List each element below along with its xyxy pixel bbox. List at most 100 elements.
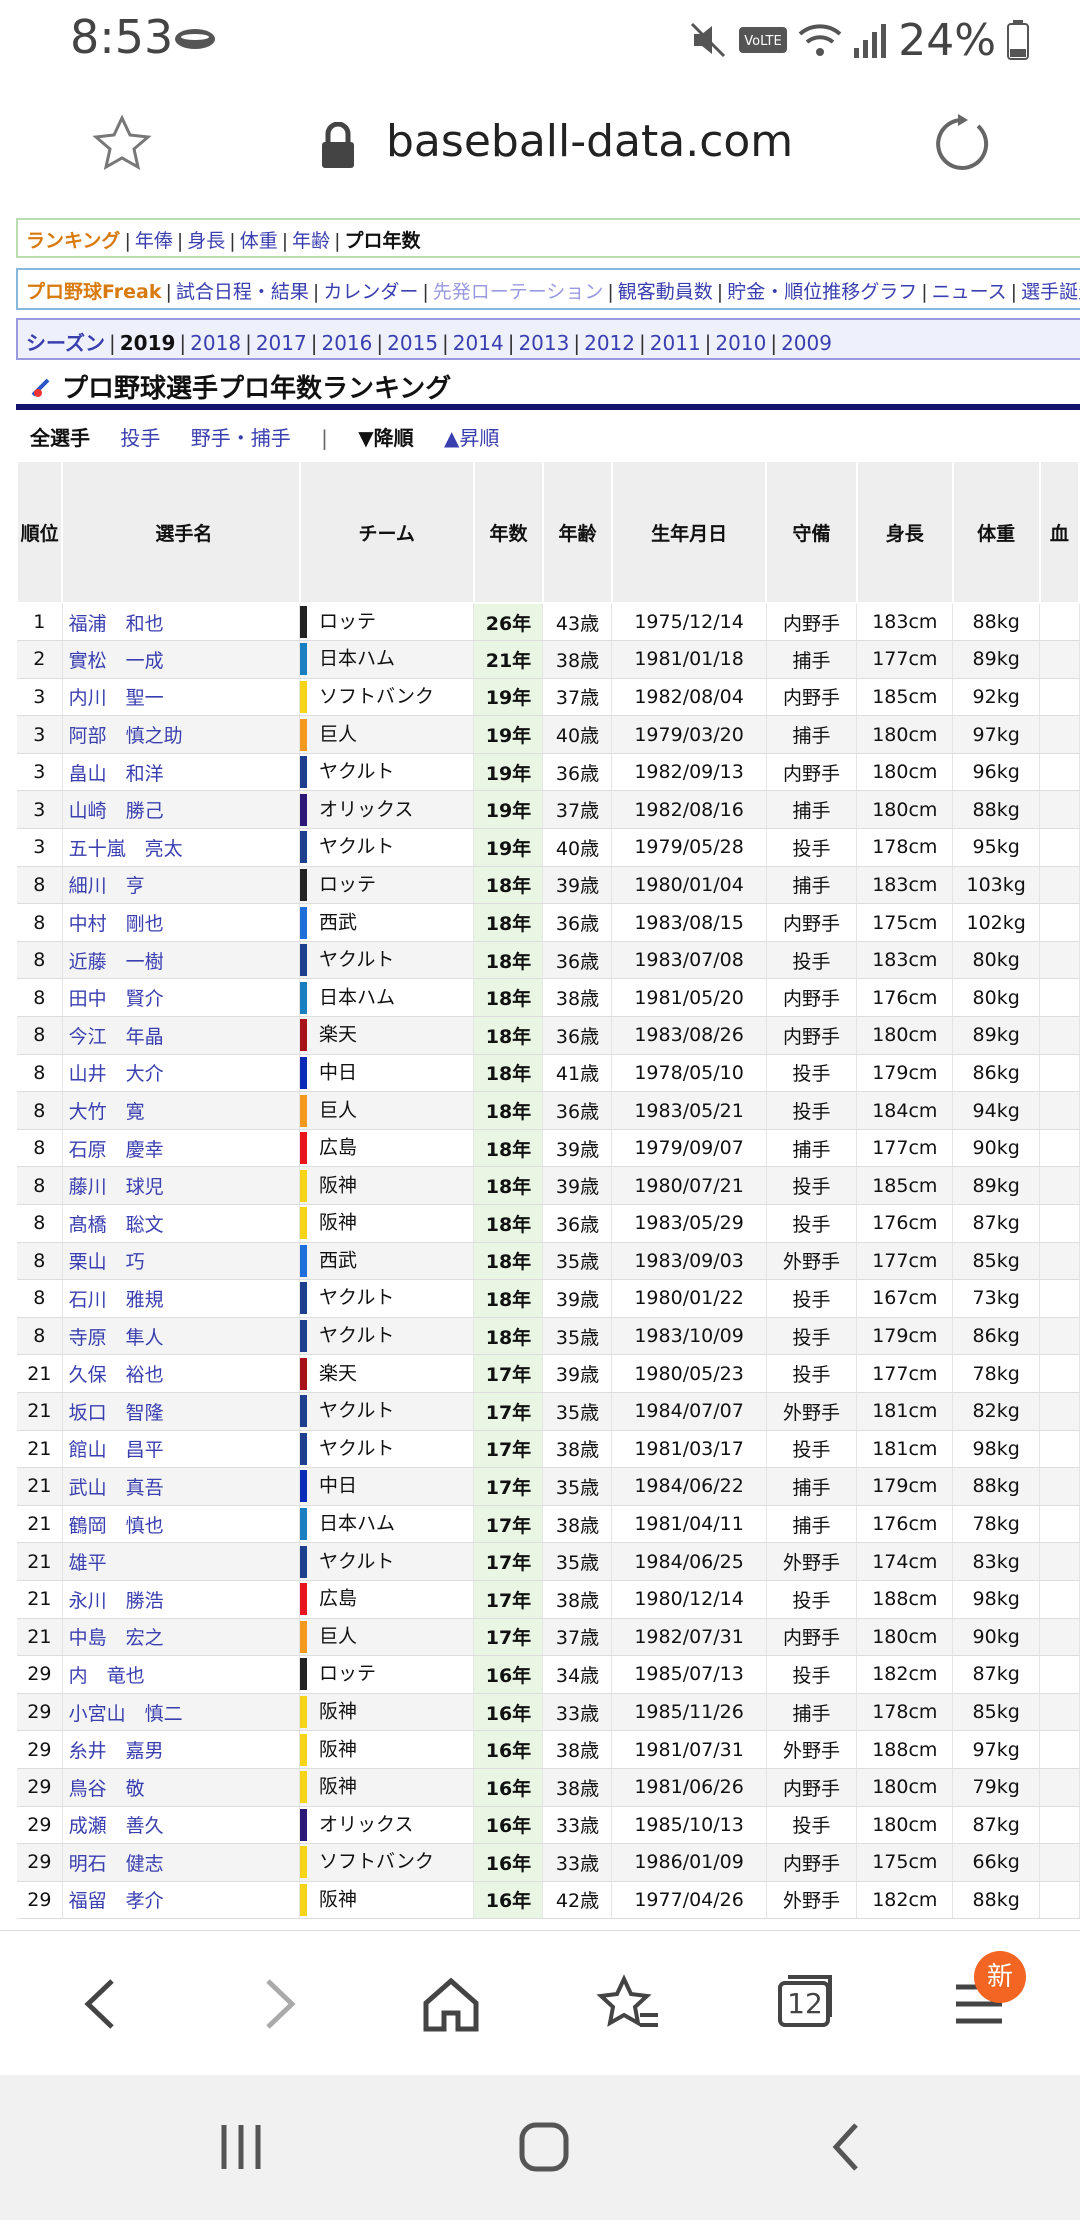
nav-age[interactable]: 年齢 [292, 230, 330, 252]
player-name-link[interactable]: 中島 宏之 [62, 1618, 301, 1657]
player-name-link[interactable]: 永川 勝浩 [62, 1580, 301, 1619]
season-2018[interactable]: 2018 [190, 331, 241, 355]
player-name-link[interactable]: 石川 雅規 [62, 1279, 301, 1318]
player-name-link[interactable]: 内 竜也 [62, 1655, 301, 1694]
player-name-link[interactable]: 成瀬 善久 [62, 1806, 301, 1845]
recent-apps-icon[interactable] [216, 2119, 266, 2175]
th-birth[interactable]: 生年月日 [610, 460, 768, 604]
player-name-link[interactable]: 髙橋 聡文 [62, 1204, 301, 1243]
team-cell: 西武 [299, 903, 475, 942]
player-name-link[interactable]: 今江 年晶 [62, 1016, 301, 1055]
player-name-link[interactable]: 田中 賢介 [62, 978, 301, 1018]
system-back-icon[interactable] [826, 2119, 866, 2175]
nav-salary[interactable]: 年俸 [135, 230, 173, 252]
team-cell: 広島 [299, 1129, 475, 1168]
player-name-link[interactable]: 糸井 嘉男 [62, 1730, 301, 1769]
player-name-link[interactable]: 阿部 慎之助 [62, 715, 301, 754]
season-2009[interactable]: 2009 [781, 331, 832, 355]
team-name: 広島 [319, 1136, 358, 1159]
player-name-link[interactable]: 細川 亨 [62, 866, 301, 905]
height-cell: 176cm [856, 978, 954, 1018]
bookmark-star-icon[interactable] [90, 112, 154, 176]
th-weight[interactable]: 体重 [951, 460, 1041, 604]
position-cell: 内野手 [766, 903, 858, 942]
nav-graph[interactable]: 貯金・順位推移グラフ [727, 281, 917, 303]
player-name-link[interactable]: 山井 大介 [62, 1054, 301, 1093]
player-name-link[interactable]: 明石 健志 [62, 1843, 301, 1882]
table-row: 8 山井 大介 中日 18年 41歳 1978/05/10 投手 179cm 86kg [17, 1054, 1080, 1093]
player-name-link[interactable]: 坂口 智隆 [62, 1392, 301, 1431]
th-team[interactable]: チーム [298, 460, 475, 604]
nav-pro-years: プロ年数 [344, 230, 421, 252]
nav-weight[interactable]: 体重 [240, 230, 278, 252]
season-2012[interactable]: 2012 [584, 331, 635, 355]
season-2017[interactable]: 2017 [256, 331, 307, 355]
season-2014[interactable]: 2014 [453, 331, 504, 355]
season-2010[interactable]: 2010 [715, 331, 766, 355]
player-name-link[interactable]: 藤川 球児 [62, 1166, 301, 1205]
nav-height[interactable]: 身長 [187, 230, 225, 252]
player-name-link[interactable]: 實松 一成 [62, 640, 301, 679]
player-name-link[interactable]: 内川 聖一 [62, 678, 301, 717]
nav-birthday[interactable]: 選手誕生日 [1021, 281, 1080, 303]
player-name-link[interactable]: 寺原 隼人 [62, 1317, 301, 1356]
season-2013[interactable]: 2013 [518, 331, 569, 355]
player-name-link[interactable]: 鳥谷 敬 [62, 1768, 301, 1807]
season-2011[interactable]: 2011 [650, 331, 701, 355]
team-name: 巨人 [319, 723, 358, 746]
years-cell: 16年 [473, 1655, 544, 1694]
player-name-link[interactable]: 五十嵐 亮太 [62, 828, 301, 867]
player-name-link[interactable]: 武山 真吾 [62, 1467, 301, 1506]
th-age[interactable]: 年齢 [541, 460, 613, 604]
th-blood[interactable]: 血 [1038, 460, 1080, 604]
th-rank[interactable]: 順位 [15, 460, 64, 604]
th-pos[interactable]: 守備 [765, 460, 858, 604]
th-years[interactable]: 年数 [472, 460, 544, 604]
th-height[interactable]: 身長 [855, 460, 954, 604]
season-2016[interactable]: 2016 [321, 331, 372, 355]
sort-asc[interactable]: ▲昇順 [444, 426, 499, 450]
filter-pitcher[interactable]: 投手 [120, 426, 160, 450]
nav-schedule[interactable]: 試合日程・結果 [176, 281, 309, 303]
team-cell: ロッテ [299, 1655, 475, 1694]
player-name-link[interactable]: 山崎 勝己 [62, 790, 301, 830]
player-name-link[interactable]: 中村 剛也 [62, 903, 301, 942]
player-name-link[interactable]: 近藤 一樹 [62, 941, 301, 980]
player-name-link[interactable]: 大竹 寛 [62, 1091, 301, 1130]
player-name-link[interactable]: 久保 裕也 [62, 1354, 301, 1393]
ranking-link[interactable]: ランキング [26, 230, 120, 252]
nav-rotation[interactable]: 先発ローテーション [433, 281, 604, 303]
brand-link[interactable]: プロ野球Freak [26, 281, 161, 303]
nav-attendance[interactable]: 観客動員数 [618, 281, 713, 303]
bookmarks-icon[interactable] [594, 1969, 664, 2039]
player-name-link[interactable]: 鶴岡 慎也 [62, 1505, 301, 1544]
forward-icon[interactable] [242, 1969, 312, 2039]
team-cell: オリックス [299, 1806, 475, 1845]
player-name-link[interactable]: 雄平 [62, 1542, 301, 1581]
player-name-link[interactable]: 畠山 和洋 [62, 753, 301, 792]
player-name-link[interactable]: 小宮山 慎二 [62, 1693, 301, 1732]
height-cell: 180cm [856, 1768, 954, 1807]
player-name-link[interactable]: 栗山 巧 [62, 1242, 301, 1281]
position-cell: 投手 [766, 1580, 858, 1619]
season-2015[interactable]: 2015 [387, 331, 438, 355]
age-cell: 35歳 [542, 1467, 613, 1506]
home-button-icon[interactable] [516, 2119, 572, 2175]
player-name-link[interactable]: 福浦 和也 [62, 603, 301, 642]
battery-icon [1007, 20, 1029, 60]
home-icon[interactable] [416, 1969, 486, 2039]
th-name[interactable]: 選手名 [61, 460, 301, 604]
filter-fielder[interactable]: 野手・捕手 [191, 426, 291, 450]
nav-news[interactable]: ニュース [932, 281, 1007, 303]
player-name-link[interactable]: 福留 孝介 [62, 1881, 301, 1920]
nav-calendar[interactable]: カレンダー [323, 281, 418, 303]
back-icon[interactable] [68, 1969, 138, 2039]
team-cell: 阪神 [299, 1204, 475, 1243]
position-cell: 捕手 [766, 1129, 858, 1168]
tabs-button[interactable]: 12 [770, 1969, 840, 2039]
reload-icon[interactable] [930, 110, 994, 174]
url-domain[interactable]: baseball-data.com [386, 116, 793, 167]
player-name-link[interactable]: 石原 慶幸 [62, 1129, 301, 1168]
weight-cell: 89kg [952, 640, 1041, 679]
player-name-link[interactable]: 館山 昌平 [62, 1430, 301, 1469]
